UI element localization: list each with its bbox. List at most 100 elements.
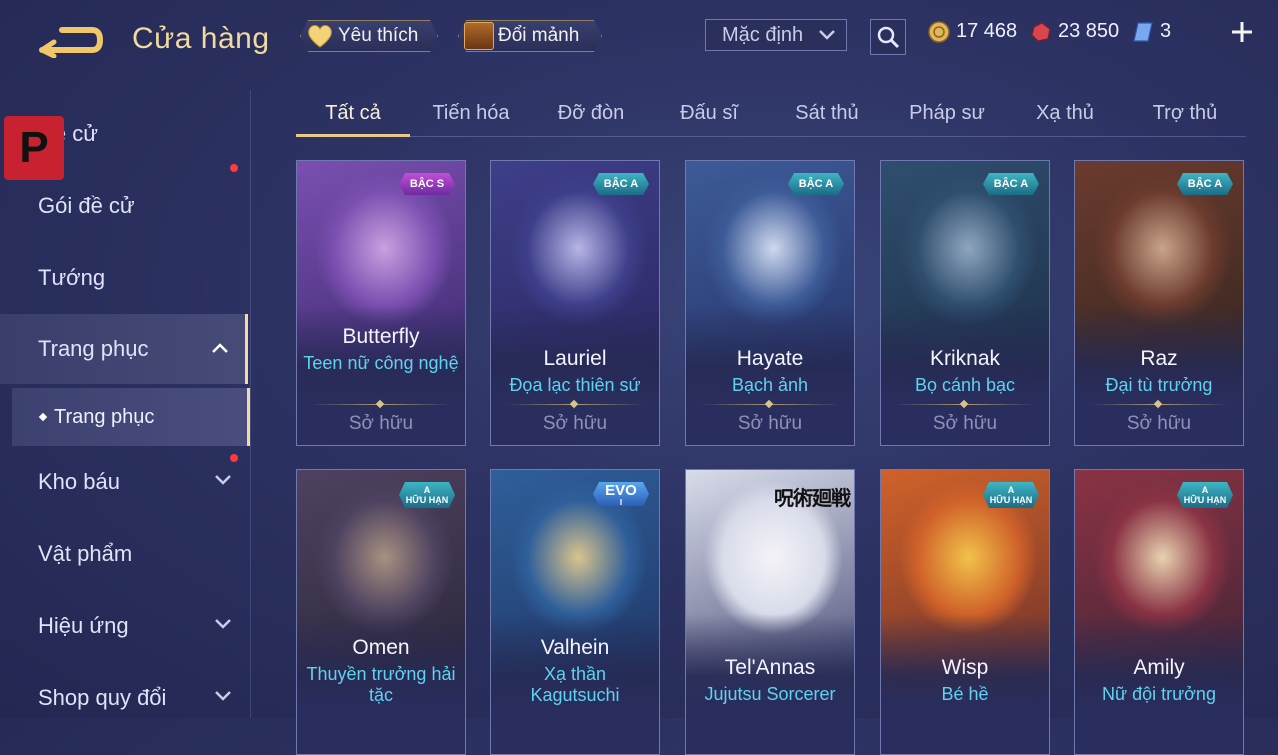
- skin-card-lauriel[interactable]: BẬC A Lauriel Đọa lạc thiên sứ Sở hữu: [490, 160, 660, 446]
- voucher-amount: 3: [1160, 20, 1172, 42]
- tab-assassin[interactable]: Sát thủ: [770, 92, 884, 134]
- sidebar-item-label: Gói đề cử: [38, 193, 135, 218]
- skin-name: Thuyền trưởng hải tặc: [306, 664, 456, 705]
- tab-support[interactable]: Trợ thủ: [1128, 92, 1242, 134]
- top-bar: Cửa hàng Yêu thích Đổi mảnh Mặc định 17 …: [0, 0, 1278, 76]
- gem-amount: 23 850: [1058, 20, 1120, 42]
- hero-name: Tel'Annas: [724, 656, 816, 679]
- skin-name: Nữ đội trưởng: [1102, 684, 1216, 704]
- skin-card-hayate[interactable]: BẬC A Hayate Bạch ảnh Sở hữu: [685, 160, 855, 446]
- treasure-chest-icon: [464, 22, 494, 50]
- category-tabs: Tất cả Tiến hóa Đỡ đòn Đấu sĩ Sát thủ Ph…: [296, 92, 1246, 137]
- chevron-up-icon: [212, 343, 228, 353]
- tab-mage[interactable]: Pháp sư: [890, 92, 1004, 134]
- card-separator: [311, 404, 451, 405]
- search-button[interactable]: [870, 19, 906, 55]
- hero-name: Amily: [1133, 656, 1185, 679]
- skin-card-wisp[interactable]: A HỮU HẠN Wisp Bé hề: [880, 469, 1050, 755]
- skin-card-amily[interactable]: A HỮU HẠN Amily Nữ đội trưởng: [1074, 469, 1244, 755]
- favorites-label: Yêu thích: [338, 25, 419, 46]
- evo-badge-level: I: [619, 497, 623, 507]
- plus-icon: [1232, 22, 1252, 42]
- page-title: Cửa hàng: [132, 22, 270, 55]
- hero-name: Hayate: [736, 347, 804, 370]
- sort-dropdown[interactable]: Mặc định: [705, 19, 847, 51]
- sidebar-item-effects[interactable]: Hiệu ứng: [0, 598, 248, 654]
- evo-badge-label: EVO: [605, 481, 637, 499]
- sidebar-item-heroes[interactable]: Tướng: [0, 250, 248, 306]
- sidebar-item-label: Vật phẩm: [38, 541, 133, 566]
- app-logo: P: [4, 116, 64, 180]
- sidebar-subitem-skins[interactable]: Trang phục: [12, 388, 250, 446]
- sidebar-divider: [250, 90, 251, 718]
- sidebar-item-treasure[interactable]: Kho báu: [0, 454, 248, 510]
- tab-tank[interactable]: Đỡ đòn: [534, 92, 648, 134]
- card-separator: [505, 404, 645, 405]
- sidebar-item-label: Hiệu ứng: [38, 613, 129, 638]
- notification-dot: [230, 454, 238, 462]
- notification-dot: [230, 164, 238, 172]
- ownership-status: Sở hữu: [348, 413, 414, 434]
- sidebar-item-label: Shop quy đổi: [38, 685, 167, 710]
- hero-name: Butterfly: [342, 325, 420, 348]
- back-button[interactable]: [38, 22, 104, 59]
- hero-name: Lauriel: [543, 347, 607, 370]
- tab-evolution[interactable]: Tiến hóa: [414, 92, 528, 134]
- voucher-icon: [1133, 21, 1153, 42]
- sidebar: Đề cử Gói đề cử Tướng Trang phục Trang p…: [0, 90, 252, 718]
- skin-card-butterfly[interactable]: BẬC S Butterfly Teen nữ công nghệ Sở hữu: [296, 160, 466, 446]
- skin-card-valhein[interactable]: EVO I Valhein Xạ thần Kagutsuchi: [490, 469, 660, 755]
- back-arrow-icon: [39, 27, 104, 59]
- tier-badge-sublabel: HỮU HẠN: [405, 495, 449, 505]
- exchange-label: Đổi mảnh: [498, 25, 580, 46]
- tier-badge: A HỮU HẠN: [1177, 482, 1233, 508]
- ownership-status: Sở hữu: [1126, 413, 1192, 434]
- tab-fighter[interactable]: Đấu sĩ: [652, 92, 766, 134]
- tier-badge-sublabel: HỮU HẠN: [989, 495, 1033, 505]
- chevron-down-icon: [215, 691, 231, 701]
- sidebar-subitem-label: Trang phục: [54, 405, 155, 428]
- hero-name: Kriknak: [929, 347, 1001, 370]
- skin-name: Bé hề: [941, 684, 989, 704]
- card-separator: [895, 404, 1035, 405]
- red-gem-icon: [1031, 21, 1051, 42]
- skin-name: Teen nữ công nghệ: [303, 353, 459, 373]
- bullet-icon: [38, 412, 48, 422]
- sidebar-item-bundles[interactable]: Gói đề cử: [0, 164, 248, 234]
- hero-name: Wisp: [941, 656, 989, 679]
- skin-card-raz[interactable]: BẬC A Raz Đại tù trưởng Sở hữu: [1074, 160, 1244, 446]
- hero-name: Omen: [352, 636, 410, 659]
- skin-card-kriknak[interactable]: BẬC A Kriknak Bọ cánh bạc Sở hữu: [880, 160, 1050, 446]
- tab-marksman[interactable]: Xạ thủ: [1008, 92, 1122, 134]
- skin-name: Đọa lạc thiên sứ: [509, 375, 641, 395]
- gold-coin-icon: [928, 20, 950, 43]
- sidebar-item-label: Trang phục: [38, 336, 149, 361]
- skin-card-telannas[interactable]: 呪術廻戦 Tel'Annas Jujutsu Sorcerer: [685, 469, 855, 755]
- tier-badge: BẬC A: [593, 173, 649, 195]
- tier-badge-label: A: [423, 485, 431, 495]
- collab-logo: 呪術廻戦: [774, 486, 851, 510]
- sidebar-item-skins[interactable]: Trang phục: [0, 314, 248, 384]
- skin-grid: BẬC S Butterfly Teen nữ công nghệ Sở hữu…: [296, 160, 1246, 755]
- gold-currency: 17 468: [928, 20, 1017, 43]
- ownership-status: Sở hữu: [542, 413, 608, 434]
- sidebar-item-label: Kho báu: [38, 469, 120, 494]
- evo-badge: EVO I: [593, 482, 649, 506]
- exchange-fragments-button[interactable]: Đổi mảnh: [458, 20, 602, 52]
- sidebar-item-label: Tướng: [38, 265, 106, 290]
- tab-all[interactable]: Tất cả: [296, 92, 410, 137]
- add-currency-button[interactable]: [1226, 18, 1258, 50]
- sidebar-item-items[interactable]: Vật phẩm: [0, 526, 248, 582]
- hero-name: Valhein: [540, 636, 610, 659]
- card-separator: [1089, 404, 1229, 405]
- favorites-button[interactable]: Yêu thích: [300, 20, 438, 52]
- skin-name: Bọ cánh bạc: [914, 375, 1016, 395]
- ownership-status: Sở hữu: [737, 413, 803, 434]
- tier-badge: BẬC A: [1177, 173, 1233, 195]
- skin-card-omen[interactable]: A HỮU HẠN Omen Thuyền trưởng hải tặc: [296, 469, 466, 755]
- hero-name: Raz: [1140, 347, 1178, 370]
- gold-amount: 17 468: [956, 20, 1018, 42]
- tier-badge-sublabel: HỮU HẠN: [1183, 495, 1227, 505]
- gem-currency: 23 850: [1030, 20, 1119, 43]
- sort-value: Mặc định: [722, 23, 804, 46]
